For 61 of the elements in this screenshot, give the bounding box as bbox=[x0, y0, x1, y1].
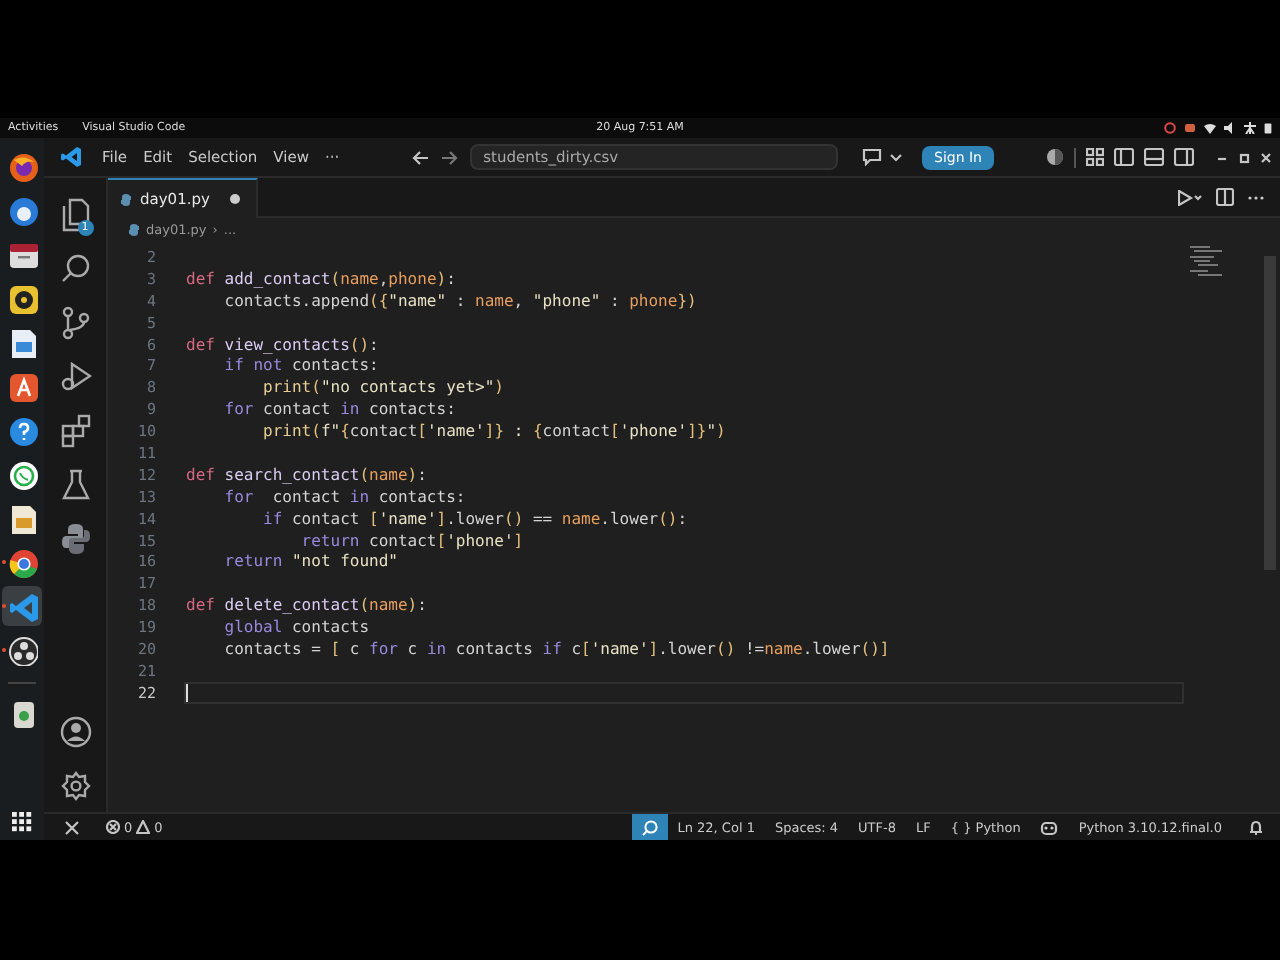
code-line: for contact in contacts: bbox=[222, 487, 466, 506]
code-line: contacts.append({"name" : name, "phone" : phone}) bbox=[222, 291, 697, 310]
toggle-sidebar-icon[interactable] bbox=[1114, 148, 1134, 166]
zoom-icon bbox=[641, 819, 658, 835]
explorer-icon[interactable] bbox=[59, 198, 91, 232]
bell-icon[interactable] bbox=[1248, 819, 1264, 835]
restore-icon[interactable] bbox=[1238, 151, 1250, 163]
extensions-icon[interactable] bbox=[59, 414, 91, 448]
close-icon[interactable] bbox=[1260, 151, 1272, 163]
code-editor-icon bbox=[7, 591, 37, 621]
toggle-panel-icon[interactable] bbox=[1144, 148, 1164, 166]
code-line: print(f"{contact['name']} : {contact['phone']}") bbox=[261, 422, 726, 441]
code-line: if not contacts: bbox=[222, 356, 379, 375]
code-line: def add_contact(name,phone): bbox=[186, 269, 456, 288]
mail-icon bbox=[7, 195, 37, 225]
code-line: if contact ['name'].lower() == name.lower(): bbox=[261, 509, 688, 528]
folder-icon bbox=[7, 239, 37, 269]
run-icon[interactable] bbox=[1178, 189, 1202, 205]
code-line: print("no contacts yet>") bbox=[261, 378, 504, 397]
text-cursor bbox=[186, 683, 188, 702]
code-editor-icon bbox=[60, 146, 82, 168]
accessibility-icon[interactable] bbox=[1244, 122, 1256, 134]
volume-icon[interactable] bbox=[1224, 122, 1236, 134]
browser-icon bbox=[7, 151, 37, 181]
warning-icon bbox=[136, 820, 151, 834]
app-grid-icon[interactable] bbox=[12, 812, 32, 832]
code-line: def delete_contact(name): bbox=[186, 596, 427, 615]
code-line: return "not found" bbox=[222, 552, 398, 571]
store-icon bbox=[7, 371, 37, 401]
search-icon[interactable] bbox=[59, 252, 91, 286]
document-icon bbox=[7, 327, 37, 357]
settings-icon[interactable] bbox=[59, 769, 91, 801]
speaker-icon bbox=[7, 283, 37, 313]
scrollbar[interactable] bbox=[1264, 256, 1276, 570]
flask-icon[interactable] bbox=[59, 468, 91, 502]
browser-icon bbox=[7, 547, 37, 577]
error-icon bbox=[106, 820, 120, 834]
zoom-button[interactable] bbox=[631, 814, 668, 840]
record-icon bbox=[7, 635, 37, 665]
split-editor-icon[interactable] bbox=[1216, 188, 1234, 206]
help-icon bbox=[7, 415, 37, 445]
wifi-icon[interactable] bbox=[1204, 122, 1216, 134]
theme-icon[interactable] bbox=[1046, 148, 1064, 166]
code-line: global contacts bbox=[222, 618, 370, 637]
layout-icon[interactable] bbox=[1086, 148, 1104, 166]
back-arrow-icon[interactable] bbox=[411, 149, 430, 165]
toggle-secondary-sidebar-icon[interactable] bbox=[1174, 148, 1194, 166]
run-debug-icon[interactable] bbox=[59, 360, 91, 394]
code-line: def search_contact(name): bbox=[186, 465, 427, 484]
code-line: for contact in contacts: bbox=[222, 400, 456, 419]
code-line: return contact['phone'] bbox=[299, 531, 524, 550]
chat-icon bbox=[7, 459, 37, 489]
source-control-icon[interactable] bbox=[59, 306, 91, 340]
code-line: contacts = [ c for c in contacts if c['name'].lower() !=name.lower()] bbox=[222, 639, 890, 658]
forward-arrow-icon bbox=[439, 149, 458, 165]
chevron-down-icon[interactable] bbox=[890, 153, 902, 161]
python-icon[interactable] bbox=[59, 522, 91, 556]
code-line: def view_contacts(): bbox=[186, 335, 379, 353]
presentation-icon bbox=[7, 503, 37, 533]
battery-icon[interactable] bbox=[1264, 122, 1272, 134]
account-icon[interactable] bbox=[59, 715, 91, 747]
